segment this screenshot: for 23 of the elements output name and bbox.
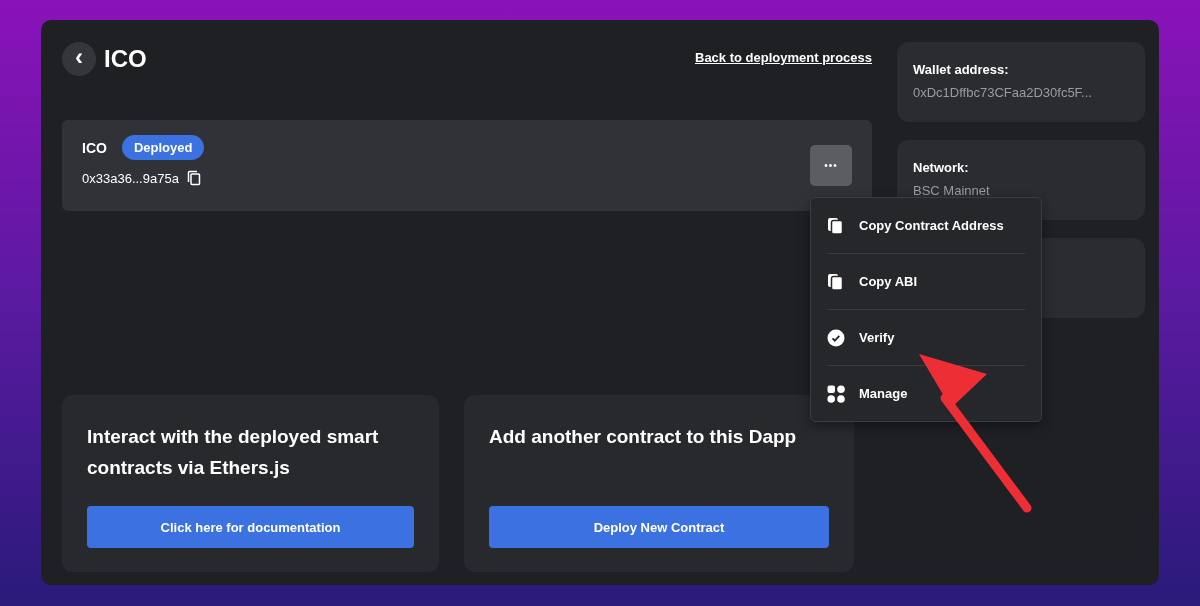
contract-address: 0x33a36...9a75a (82, 170, 179, 186)
back-button[interactable]: ‹ (62, 42, 96, 76)
info-value: BSC Mainnet (913, 183, 991, 198)
copy-icon[interactable] (186, 170, 201, 186)
contract-name: ICO (82, 139, 107, 156)
action-button[interactable]: Click here for documentation (87, 506, 414, 548)
card-title: Add another contract to this Dapp (489, 425, 798, 449)
more-button[interactable]: ••• (810, 145, 852, 186)
info-label: Network: (913, 160, 970, 175)
card-title: Interact with the deployed smart contracts via Ethers.js (87, 425, 380, 480)
page-title: ICO (104, 45, 148, 73)
info-value: 0xDc1Dffbc73CFaa2D30fc5F... (913, 85, 1093, 100)
check-circle-icon (827, 328, 845, 347)
menu-item[interactable]: Copy Contract Address (827, 198, 1025, 254)
back-link[interactable]: Back to deployment process (695, 50, 872, 65)
menu-item[interactable]: Manage (827, 366, 1025, 421)
status-badge: Deployed (121, 135, 205, 160)
copy-icon (827, 272, 845, 291)
grid-icon (827, 384, 845, 403)
menu-item[interactable]: Copy ABI (827, 254, 1025, 310)
copy-icon (827, 216, 845, 235)
action-button[interactable]: Deploy New Contract (489, 506, 829, 548)
info-label: Wallet address: (913, 62, 1010, 77)
